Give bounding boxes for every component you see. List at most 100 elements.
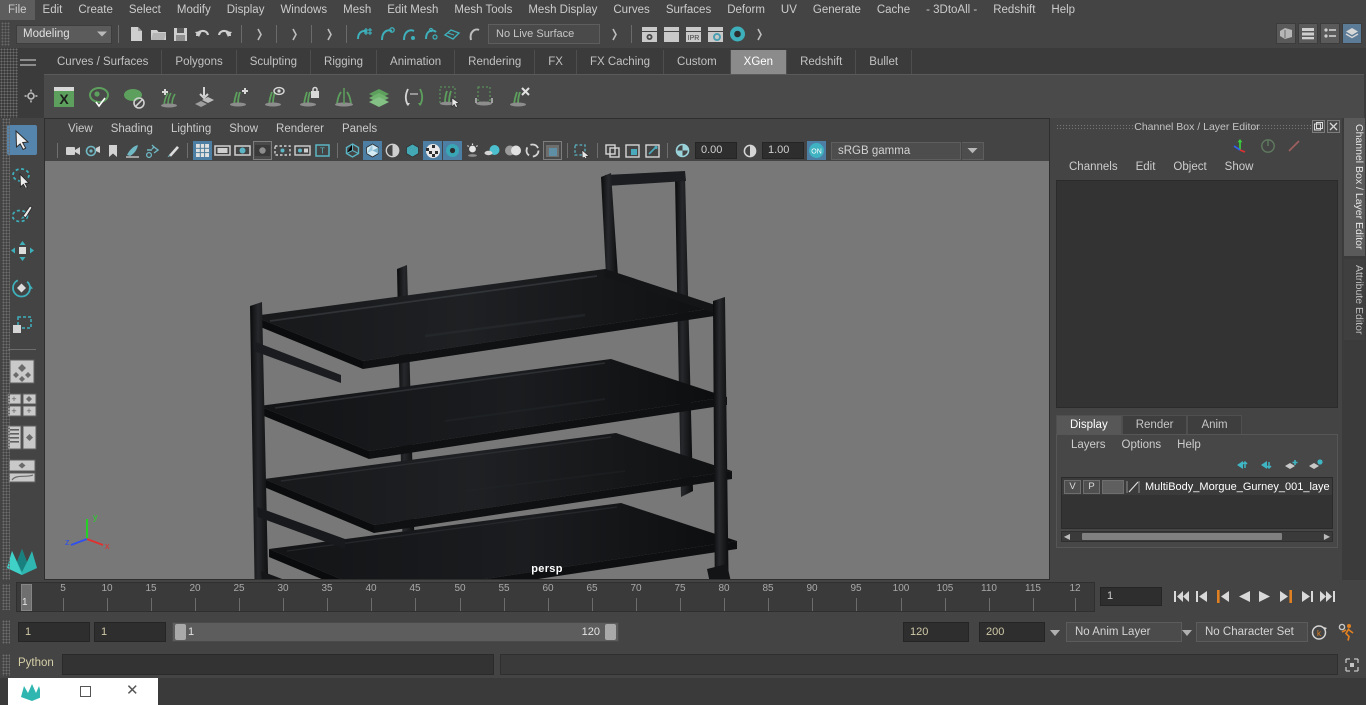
outliner-persp-layout[interactable] — [7, 424, 37, 452]
use-all-lights-icon[interactable] — [443, 141, 462, 160]
time-slider[interactable]: 5 10 15 20 25 30 35 40 45 50 55 60 65 70… — [16, 582, 1095, 612]
layer-tab-display[interactable]: Display — [1056, 415, 1122, 434]
shelf-tab-redshift[interactable]: Redshift — [787, 50, 857, 74]
anim-layer-selector[interactable]: No Anim Layer — [1066, 622, 1182, 642]
select-by-object-icon[interactable] — [283, 23, 305, 45]
step-back-frame-icon[interactable] — [1214, 586, 1231, 606]
menu-redshift[interactable]: Redshift — [985, 0, 1043, 20]
grease-pencil-icon[interactable] — [163, 141, 182, 160]
layer-color-swatch[interactable] — [1102, 479, 1124, 494]
chevron-down-icon[interactable] — [1182, 630, 1192, 636]
scrollbar-thumb[interactable] — [1082, 533, 1282, 540]
tool-settings-icon[interactable] — [1342, 23, 1362, 44]
chevron-down-icon[interactable] — [962, 141, 984, 160]
undock-icon[interactable] — [1312, 120, 1325, 133]
script-editor-icon[interactable] — [1342, 654, 1362, 675]
menu-deform[interactable]: Deform — [719, 0, 773, 20]
new-layer-from-selected-icon[interactable] — [1308, 459, 1323, 471]
xray-icon[interactable] — [603, 141, 622, 160]
xgen-add-description-icon[interactable] — [223, 78, 255, 116]
menu-mesh-display[interactable]: Mesh Display — [520, 0, 605, 20]
shaded-wireframe-icon[interactable] — [383, 141, 402, 160]
shelf-tab-bullet[interactable]: Bullet — [856, 50, 913, 74]
shelf-tab-curves-surfaces[interactable]: Curves / Surfaces — [44, 50, 163, 74]
snap-to-view-plane-icon[interactable] — [441, 23, 463, 45]
image-plane-icon[interactable] — [123, 141, 142, 160]
film-origin-icon[interactable] — [293, 141, 312, 160]
layer-list-horizontal-scrollbar[interactable]: ◀ ▶ — [1061, 531, 1333, 542]
xgen-delete-icon[interactable] — [503, 78, 535, 116]
layer-visibility-toggle[interactable]: V — [1064, 479, 1081, 494]
film-gate-icon[interactable] — [213, 141, 232, 160]
menu-cache[interactable]: Cache — [869, 0, 918, 20]
range-slider-right-knob[interactable] — [605, 624, 616, 640]
go-to-start-icon[interactable] — [1172, 586, 1189, 606]
xgen-visibility-icon[interactable] — [258, 78, 290, 116]
status-line-grip[interactable] — [1, 22, 10, 46]
shelf-tab-xgen[interactable]: XGen — [730, 50, 788, 74]
texture-display-icon[interactable]: T — [313, 141, 332, 160]
four-view-layout[interactable]: + + + — [7, 391, 37, 419]
menu-edit[interactable]: Edit — [35, 0, 71, 20]
single-perspective-view-layout[interactable] — [7, 358, 37, 386]
layer-menu-help[interactable]: Help — [1169, 439, 1209, 451]
play-backwards-icon[interactable] — [1235, 586, 1252, 606]
ipr-render-icon[interactable]: IPR — [682, 23, 704, 45]
keyframe-icon[interactable] — [1286, 138, 1302, 154]
menu-set-selector[interactable]: Modeling — [16, 24, 112, 44]
color-management-toggle[interactable]: ON — [807, 141, 826, 160]
range-end-time-field[interactable]: 120 — [903, 622, 969, 642]
open-scene-icon[interactable] — [147, 23, 169, 45]
hypershade-icon[interactable] — [726, 23, 748, 45]
shelf-tab-sculpting[interactable]: Sculpting — [236, 50, 312, 74]
snap-to-grid-icon[interactable] — [353, 23, 375, 45]
shelf-tab-rendering[interactable]: Rendering — [455, 50, 536, 74]
move-tool[interactable] — [7, 236, 37, 266]
list-item[interactable]: V P MultiBody_Morgue_Gurney_001_laye — [1062, 478, 1332, 495]
move-layer-down-icon[interactable] — [1260, 459, 1275, 471]
select-by-render-icon[interactable] — [603, 23, 625, 45]
close-icon[interactable] — [1327, 120, 1340, 133]
gate-mask-icon[interactable] — [253, 141, 272, 160]
menu-create[interactable]: Create — [70, 0, 121, 20]
motion-blur-icon[interactable] — [503, 141, 522, 160]
step-forward-keyframe-icon[interactable] — [1298, 586, 1315, 606]
menu-mesh-tools[interactable]: Mesh Tools — [446, 0, 520, 20]
command-input-field[interactable] — [62, 654, 494, 675]
paint-select-tool[interactable] — [7, 199, 37, 229]
menu-mesh[interactable]: Mesh — [335, 0, 379, 20]
multisample-icon[interactable] — [523, 141, 542, 160]
make-live-icon[interactable] — [463, 23, 485, 45]
live-surface-field[interactable]: No Live Surface — [488, 24, 600, 44]
xgen-import-icon[interactable] — [188, 78, 220, 116]
render-sequence-icon[interactable] — [660, 23, 682, 45]
current-frame-field[interactable]: 1 — [1100, 587, 1162, 606]
layer-menu-layers[interactable]: Layers — [1063, 439, 1114, 451]
channel-box-icon[interactable] — [1298, 23, 1318, 44]
display-layer-list[interactable]: V P MultiBody_Morgue_Gurney_001_laye — [1061, 477, 1333, 529]
scroll-left-arrow-icon[interactable]: ◀ — [1062, 532, 1072, 541]
menu-modify[interactable]: Modify — [169, 0, 219, 20]
channel-box-list[interactable] — [1056, 180, 1338, 408]
channel-menu-object[interactable]: Object — [1164, 161, 1215, 173]
xgen-add-groom-icon[interactable] — [153, 78, 185, 116]
shelf-tab-animation[interactable]: Animation — [377, 50, 456, 74]
snap-to-point-icon[interactable] — [397, 23, 419, 45]
viewport-menu-shading[interactable]: Shading — [102, 119, 162, 140]
menu-help[interactable]: Help — [1043, 0, 1083, 20]
command-language-label[interactable]: Python — [18, 657, 54, 669]
go-to-end-icon[interactable] — [1319, 586, 1336, 606]
minimize-icon[interactable] — [80, 686, 91, 697]
sidebar-toggle-icon[interactable] — [1276, 23, 1296, 44]
layer-tab-anim[interactable]: Anim — [1187, 415, 1242, 434]
xgen-editor-icon[interactable]: X — [48, 78, 80, 116]
xgen-preview-icon[interactable] — [83, 78, 115, 116]
toolbox-grip[interactable] — [2, 118, 10, 580]
menu-curves[interactable]: Curves — [605, 0, 657, 20]
time-slider-grip[interactable] — [2, 584, 10, 610]
vertical-tab-attribute-editor[interactable]: Attribute Editor — [1344, 258, 1365, 340]
isolate-select-icon[interactable] — [573, 141, 592, 160]
move-layer-up-icon[interactable] — [1236, 459, 1251, 471]
menu-3dtoall[interactable]: - 3DtoAll - — [918, 0, 985, 20]
range-slider-bar[interactable]: 1 120 — [172, 622, 619, 642]
